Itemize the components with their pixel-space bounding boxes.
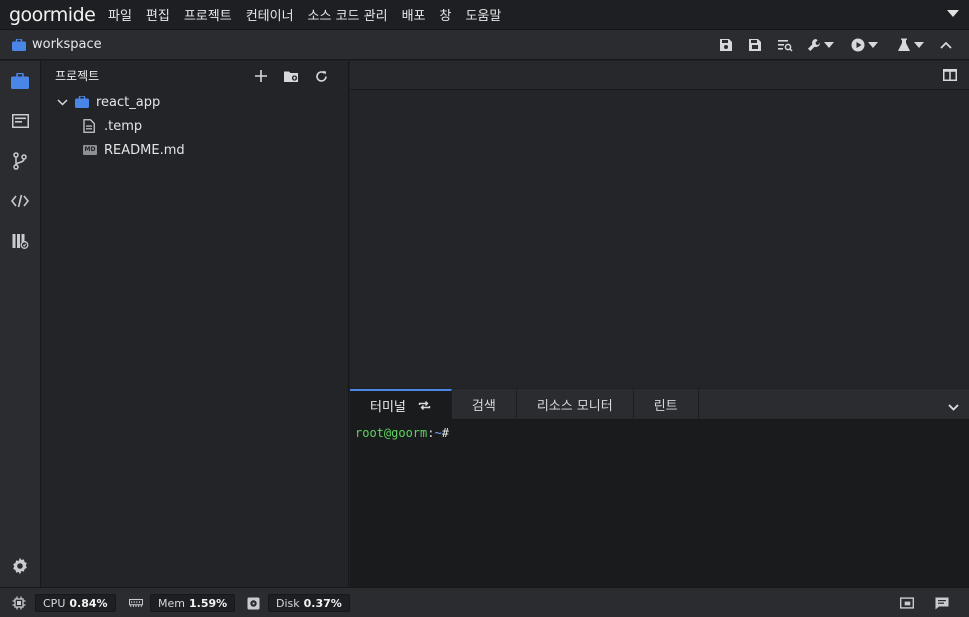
tab-resource-monitor[interactable]: 리소스 모니터: [517, 389, 634, 420]
tab-label: 터미널: [370, 400, 406, 415]
menu-deploy[interactable]: 배포: [395, 5, 433, 24]
new-folder-icon[interactable]: [283, 68, 299, 84]
tree-item-label: react_app: [96, 94, 161, 110]
bottom-panel: 터미널 검색 리소스 모니터 린트 root@goorm:~#: [350, 389, 969, 587]
tab-label: 린트: [653, 399, 678, 414]
menu-edit[interactable]: 편집: [139, 5, 177, 24]
layout-panel-icon[interactable]: [900, 596, 914, 610]
folder-briefcase-icon: [75, 96, 89, 108]
save-all-icon[interactable]: [748, 36, 762, 54]
status-bar: CPU 0.84% Mem 1.59% Disk 0.37%: [0, 587, 969, 617]
editor-tab-strip: [350, 61, 969, 90]
settings-gear-icon[interactable]: [10, 556, 30, 576]
tab-label: 리소스 모니터: [536, 399, 613, 414]
editor-area[interactable]: [350, 61, 969, 388]
disk-icon: [246, 596, 260, 610]
split-editor-icon[interactable]: [943, 69, 957, 85]
refresh-icon[interactable]: [313, 68, 329, 84]
run-menu-button[interactable]: [851, 36, 878, 54]
terminal-output[interactable]: root@goorm:~#: [350, 420, 969, 446]
memory-usage: Mem 1.59%: [150, 594, 236, 612]
terminal-user: root@goorm: [355, 426, 428, 440]
disk-usage: Disk 0.37%: [268, 594, 350, 612]
cpu-chip-icon: [12, 596, 26, 610]
tools-menu-button[interactable]: [807, 36, 834, 54]
chevron-up-icon[interactable]: [940, 36, 952, 54]
menu-file[interactable]: 파일: [101, 5, 139, 24]
code-icon[interactable]: [10, 191, 30, 211]
tree-file-row[interactable]: .temp: [83, 115, 142, 137]
chevron-down-icon: [824, 42, 834, 48]
menu-help[interactable]: 도움말: [458, 5, 508, 24]
menu-project[interactable]: 프로젝트: [177, 5, 239, 24]
mem-value: 1.59%: [188, 596, 228, 610]
menu-bar: goormide 파일 편집 프로젝트 컨테이너 소스 코드 관리 배포 창 도…: [0, 0, 969, 30]
disk-value: 0.37%: [303, 596, 342, 610]
menu-window[interactable]: 창: [432, 5, 458, 24]
source-control-icon[interactable]: [10, 151, 30, 171]
tab-terminal[interactable]: 터미널: [350, 389, 452, 420]
save-icon[interactable]: [719, 36, 733, 54]
app-logo[interactable]: goormide: [0, 4, 101, 26]
memory-icon: [129, 596, 143, 610]
project-panel: 프로젝트 react_app .temp MD README.md: [41, 61, 349, 587]
refresh-terminal-icon[interactable]: [418, 400, 431, 411]
tree-file-row[interactable]: MD README.md: [83, 139, 185, 161]
cpu-label: CPU: [43, 596, 66, 610]
play-circle-icon: [851, 38, 865, 52]
workspace-title[interactable]: workspace: [32, 37, 102, 52]
tree-folder-row[interactable]: react_app: [57, 91, 160, 113]
bottom-panel-tabs: 터미널 검색 리소스 모니터 린트: [350, 389, 969, 420]
workspace-bar: workspace: [0, 30, 969, 60]
library-icon[interactable]: [10, 231, 30, 251]
find-in-files-icon[interactable]: [777, 36, 793, 54]
menu-container[interactable]: 컨테이너: [239, 5, 301, 24]
file-icon: [83, 119, 95, 133]
main-menu: 파일 편집 프로젝트 컨테이너 소스 코드 관리 배포 창 도움말: [101, 5, 508, 24]
cpu-value: 0.84%: [69, 596, 108, 610]
terminal-prompt: #: [441, 426, 449, 440]
tab-label: 검색: [471, 399, 496, 414]
flask-icon: [898, 38, 910, 51]
terminal-path: ~: [434, 426, 442, 440]
new-file-plus-icon[interactable]: [253, 68, 269, 84]
project-panel-header: 프로젝트: [41, 61, 348, 90]
disk-label: Disk: [276, 596, 300, 610]
menu-collapse-icon[interactable]: [947, 10, 959, 17]
cpu-usage: CPU 0.84%: [35, 594, 116, 612]
chat-icon[interactable]: [935, 596, 949, 610]
project-panel-title: 프로젝트: [55, 69, 100, 83]
briefcase-icon: [12, 38, 26, 55]
chevron-down-icon[interactable]: [948, 400, 959, 415]
chevron-down-icon: [914, 42, 924, 48]
mem-label: Mem: [158, 596, 185, 610]
wrench-icon: [808, 39, 820, 51]
activity-bar: [0, 61, 41, 587]
tree-item-label: README.md: [104, 142, 185, 158]
chevron-down-icon: [868, 42, 878, 48]
tree-item-label: .temp: [104, 118, 143, 134]
chevron-down-icon[interactable]: [57, 98, 68, 106]
project-explorer-icon[interactable]: [10, 71, 30, 91]
markdown-file-icon: MD: [83, 145, 97, 155]
tab-search[interactable]: 검색: [452, 389, 517, 420]
tab-lint[interactable]: 린트: [634, 389, 699, 420]
outline-icon[interactable]: [10, 111, 30, 131]
test-menu-button[interactable]: [897, 36, 924, 54]
menu-scm[interactable]: 소스 코드 관리: [301, 5, 395, 24]
